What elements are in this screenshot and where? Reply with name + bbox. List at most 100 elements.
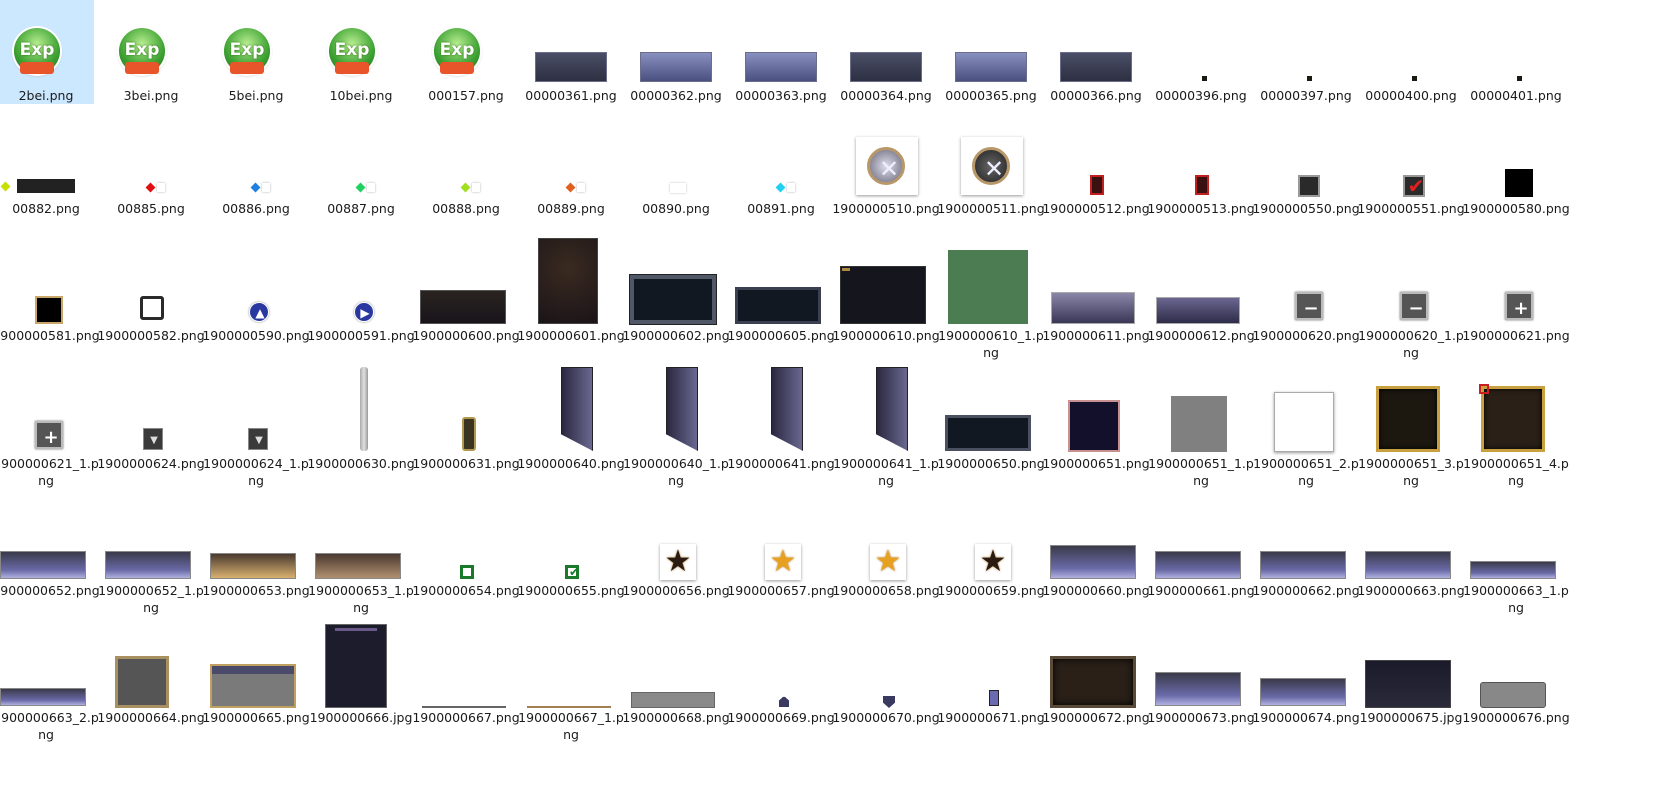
- file-item[interactable]: ★ 1900000656.png: [622, 493, 729, 617]
- file-item[interactable]: 1900000668.png: [622, 620, 730, 744]
- file-item[interactable]: 1900000666.jpg: [309, 620, 412, 744]
- file-item[interactable]: 00885.png: [99, 125, 199, 235]
- file-item[interactable]: 1900000640.png: [517, 365, 625, 490]
- file-item[interactable]: 00000400.png: [1359, 0, 1459, 122]
- file-item[interactable]: 1900000600.png: [412, 238, 520, 362]
- file-item[interactable]: Exp 000157.png: [414, 0, 514, 122]
- file-item[interactable]: 1900000651_3.png: [1358, 365, 1464, 490]
- file-item[interactable]: 1900000653.png: [202, 493, 310, 617]
- file-item[interactable]: 1900000651_2.png: [1253, 365, 1359, 490]
- file-name-label: 2bei.png: [18, 88, 74, 103]
- file-item[interactable]: 1900000660.png: [1042, 493, 1150, 617]
- file-item[interactable]: 00000396.png: [1149, 0, 1249, 122]
- file-item[interactable]: 1900000664.png: [97, 620, 205, 744]
- file-name-label: 1900000510.png: [832, 201, 940, 216]
- file-item[interactable]: Exp 10bei.png: [309, 0, 409, 122]
- file-item[interactable]: Exp 2bei.png: [0, 0, 94, 104]
- file-item[interactable]: 00000397.png: [1254, 0, 1354, 122]
- file-item[interactable]: ▼ 1900000624_1.png: [203, 365, 309, 490]
- file-item[interactable]: 00886.png: [204, 125, 304, 235]
- file-item[interactable]: 00000363.png: [729, 0, 829, 122]
- file-name-label: 1900000651_1.png: [1148, 456, 1254, 488]
- file-item[interactable]: 00000361.png: [519, 0, 619, 122]
- file-item[interactable]: 1900000667.png: [412, 620, 520, 744]
- file-name-label: 00887.png: [327, 201, 395, 216]
- file-item[interactable]: 1900000674.png: [1252, 620, 1360, 744]
- file-thumbnail: [1050, 0, 1150, 86]
- file-item[interactable]: 00887.png: [309, 125, 409, 235]
- file-item[interactable]: 1900000673.png: [1147, 620, 1255, 744]
- file-item[interactable]: 00888.png: [414, 125, 514, 235]
- file-item[interactable]: 1900000610.png: [832, 238, 940, 362]
- file-item[interactable]: 1900000652_1.png: [98, 493, 204, 617]
- ornate-frame: [1481, 386, 1545, 452]
- file-item[interactable]: 1900000610_1.png: [938, 238, 1044, 362]
- file-item[interactable]: 1900000640_1.png: [623, 365, 729, 490]
- file-item[interactable]: 1900000654.png: [412, 493, 520, 617]
- file-item[interactable]: 1900000631.png: [412, 365, 520, 490]
- file-item[interactable]: ★ 1900000659.png: [937, 493, 1044, 617]
- file-item[interactable]: 1900000667_1.png: [518, 620, 624, 744]
- file-item[interactable]: 1900000611.png: [1042, 238, 1150, 362]
- file-item[interactable]: 1900000650.png: [937, 365, 1045, 490]
- file-item[interactable]: 1900000605.png: [727, 238, 835, 362]
- file-item[interactable]: 00882.png: [0, 125, 94, 235]
- file-item[interactable]: ✕ 1900000511.png: [937, 125, 1045, 235]
- file-item[interactable]: 1900000662.png: [1252, 493, 1360, 617]
- button-thumbnail: [1060, 52, 1132, 82]
- file-item[interactable]: +1900000621.png: [1462, 238, 1570, 362]
- file-item[interactable]: 1900000663_1.png: [1463, 493, 1569, 617]
- file-item[interactable]: 00000364.png: [834, 0, 934, 122]
- file-item[interactable]: 1900000651.png: [1042, 365, 1150, 490]
- file-item[interactable]: 1900000672.png: [1042, 620, 1150, 744]
- file-item[interactable]: 1900000512.png: [1042, 125, 1150, 235]
- file-item[interactable]: ▶ 1900000591.png: [307, 238, 415, 362]
- file-item[interactable]: 1900000651_1.png: [1148, 365, 1254, 490]
- file-item[interactable]: +1900000621_1.png: [0, 365, 99, 490]
- file-item[interactable]: 1900000630.png: [307, 365, 415, 490]
- file-item[interactable]: 1900000663_2.png: [0, 620, 99, 744]
- file-item[interactable]: 00000362.png: [624, 0, 724, 122]
- file-item[interactable]: 1900000665.png: [202, 620, 310, 744]
- file-item[interactable]: 1900000513.png: [1147, 125, 1255, 235]
- file-item[interactable]: 00891.png: [729, 125, 829, 235]
- file-item[interactable]: ★ 1900000657.png: [727, 493, 834, 617]
- file-item[interactable]: 1900000601.png: [517, 238, 625, 362]
- file-item[interactable]: 00000366.png: [1044, 0, 1144, 122]
- file-item[interactable]: 1900000669.png: [727, 620, 835, 744]
- file-item[interactable]: 1900000602.png: [622, 238, 730, 362]
- file-item[interactable]: 1900000550.png: [1252, 125, 1360, 235]
- file-item[interactable]: ▼ 1900000624.png: [97, 365, 205, 490]
- file-item[interactable]: 1900000676.png: [1462, 620, 1570, 744]
- file-item[interactable]: 1900000663.png: [1357, 493, 1465, 617]
- file-name-label: 1900000674.png: [1252, 710, 1360, 725]
- file-item[interactable]: 1900000582.png: [97, 238, 205, 362]
- file-item[interactable]: 1900000641.png: [727, 365, 835, 490]
- file-item[interactable]: 1900000652.png: [0, 493, 100, 617]
- file-thumbnail: Exp: [315, 0, 415, 86]
- file-item[interactable]: − 1900000620_1.png: [1358, 238, 1464, 362]
- file-item[interactable]: ✔ 1900000551.png: [1357, 125, 1464, 235]
- file-item[interactable]: ✔ 1900000655.png: [517, 493, 625, 617]
- file-item[interactable]: 1900000653_1.png: [308, 493, 414, 617]
- file-item[interactable]: 1900000581.png: [0, 238, 100, 362]
- file-item[interactable]: 00000365.png: [939, 0, 1039, 122]
- file-item[interactable]: Exp 3bei.png: [99, 0, 199, 122]
- file-item[interactable]: − 1900000620.png: [1252, 238, 1360, 362]
- file-item[interactable]: ★ 1900000658.png: [832, 493, 939, 617]
- file-item[interactable]: 00890.png: [624, 125, 724, 235]
- file-item[interactable]: 1900000675.jpg: [1359, 620, 1462, 744]
- file-item[interactable]: 00889.png: [519, 125, 619, 235]
- file-item[interactable]: ✕ 1900000510.png: [832, 125, 940, 235]
- file-item[interactable]: 1900000661.png: [1147, 493, 1255, 617]
- file-item[interactable]: 1900000670.png: [832, 620, 940, 744]
- file-item[interactable]: 1900000580.png: [1462, 125, 1570, 235]
- file-item[interactable]: 1900000671.png: [937, 620, 1045, 744]
- ribbon: [666, 367, 698, 451]
- file-item[interactable]: Exp 5bei.png: [204, 0, 304, 122]
- file-item[interactable]: 1900000651_4.png: [1463, 365, 1569, 490]
- file-item[interactable]: 00000401.png: [1464, 0, 1564, 122]
- file-item[interactable]: 1900000612.png: [1147, 238, 1255, 362]
- file-item[interactable]: ▲ 1900000590.png: [202, 238, 310, 362]
- file-item[interactable]: 1900000641_1.png: [833, 365, 939, 490]
